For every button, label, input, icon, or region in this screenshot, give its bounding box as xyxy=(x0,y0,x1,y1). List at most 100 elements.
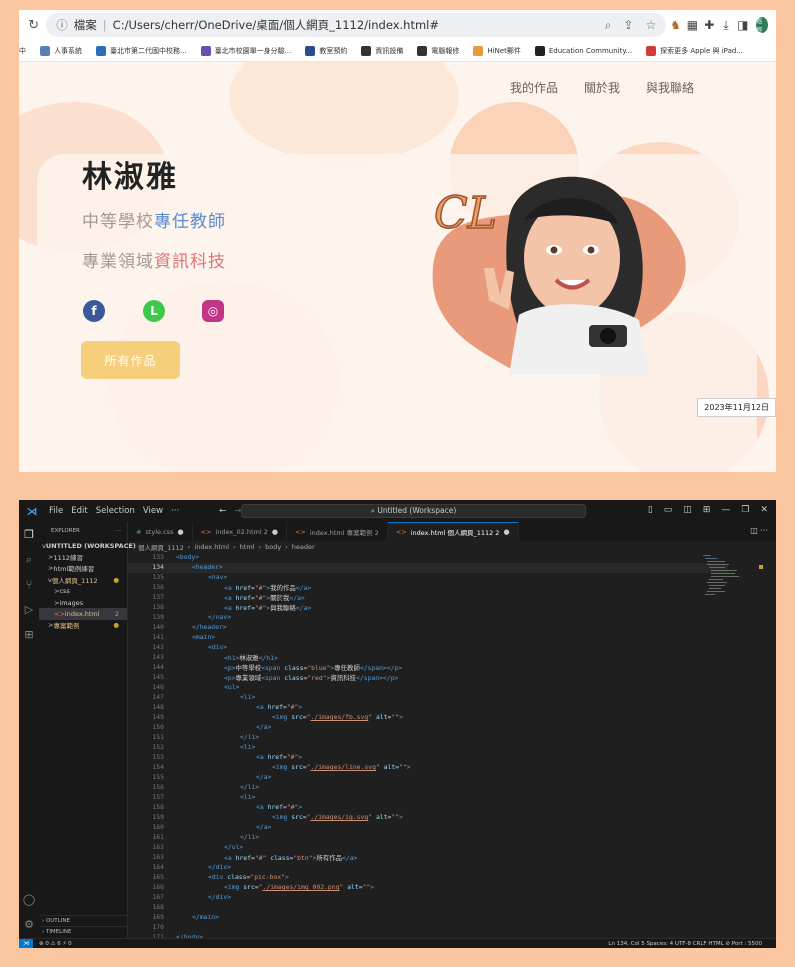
nav-my-works[interactable]: 我的作品 xyxy=(510,79,558,96)
line-number: 144 xyxy=(152,663,164,671)
search-icon[interactable]: ⌕ xyxy=(19,547,39,572)
bookmark-favicon-icon xyxy=(473,45,484,56)
layout-panel-icon[interactable]: ▭ xyxy=(664,505,673,515)
back-arrow-icon[interactable]: ← xyxy=(219,506,226,516)
breadcrumb-item[interactable]: 個人網頁_1112 xyxy=(138,542,184,552)
instagram-icon[interactable]: ◎ xyxy=(202,300,224,322)
minimize-icon[interactable]: — xyxy=(721,505,730,515)
bookmark-item[interactable]: Education Community... xyxy=(534,45,632,56)
share-icon[interactable]: ⇪ xyxy=(623,18,633,32)
tree-item[interactable]: v UNTITLED (WORKSPACE) xyxy=(39,540,136,551)
sidepanel-icon[interactable]: ◨ xyxy=(735,18,750,32)
breadcrumb-item[interactable]: index.html xyxy=(194,543,229,551)
bookmark-favicon-icon xyxy=(305,45,316,56)
puzzle-icon[interactable]: ✚ xyxy=(702,18,717,32)
unsaved-dot-icon[interactable]: ● xyxy=(177,528,183,536)
line-number: 140 xyxy=(152,623,164,631)
problems-status[interactable]: ⊗ 0 ⚠ 6 ⚡ 0 xyxy=(39,941,72,947)
menu-file[interactable]: File xyxy=(49,506,63,516)
profile-avatar[interactable]: 巡徑 xyxy=(756,17,769,34)
account-icon[interactable]: ◯ xyxy=(19,887,39,912)
outline-label: OUTLINE xyxy=(45,918,70,924)
zoom-icon[interactable]: ⌕ xyxy=(605,18,612,33)
unsaved-dot-icon[interactable]: ● xyxy=(272,528,278,536)
restore-icon[interactable]: ❐ xyxy=(741,505,749,515)
outline-section[interactable]: › OUTLINE xyxy=(39,915,128,926)
nav-contact[interactable]: 與我聯絡 xyxy=(646,79,694,96)
line-number: 159 xyxy=(152,813,164,821)
command-center[interactable]: ⌕ Untitled (Workspace) xyxy=(241,504,586,518)
reload-icon[interactable]: ↻ xyxy=(27,18,40,33)
nav-about[interactable]: 關於我 xyxy=(584,79,620,96)
bookmark-item[interactable]: 中 xyxy=(19,46,26,56)
breadcrumb-item[interactable]: html xyxy=(240,543,255,551)
extension-icon[interactable]: ♞ xyxy=(668,18,683,32)
bookmark-item[interactable]: 資訊設備 xyxy=(361,45,403,56)
bookmark-item[interactable]: 臺北市第二代國中校務... xyxy=(96,45,187,56)
timeline-label: TIMELINE xyxy=(45,929,72,935)
timeline-section[interactable]: › TIMELINE xyxy=(39,926,128,937)
menu-view[interactable]: View xyxy=(143,506,163,516)
code-editor[interactable]: 133 <body> 134 <header> 135 <nav> 136 <a href="… xyxy=(128,553,728,941)
menu-edit[interactable]: Edit xyxy=(71,506,87,516)
close-icon[interactable]: ✕ xyxy=(760,505,768,515)
layout-custom-icon[interactable]: ⊞ xyxy=(703,505,711,515)
tree-item[interactable]: > 1112練習 xyxy=(39,551,127,562)
layout-split-icon[interactable]: ◫ xyxy=(683,505,692,515)
bookmark-item[interactable]: 教室預約 xyxy=(305,45,347,56)
editor-status[interactable]: Ln 134, Col 5 Spaces: 4 UTF-8 CRLF HTML … xyxy=(608,941,762,947)
info-icon[interactable]: ⓘ xyxy=(56,17,68,33)
line-number: 150 xyxy=(152,723,164,731)
editor-tab[interactable]: <> index.html 個人網頁_1112 2 ● xyxy=(387,522,519,541)
menu-more[interactable]: ··· xyxy=(171,506,179,516)
line-number: 160 xyxy=(152,823,164,831)
tree-item[interactable]: > html範例練習 xyxy=(39,563,127,574)
source-control-icon[interactable]: ⑂ xyxy=(19,572,39,597)
bookmark-item[interactable]: 人事系統 xyxy=(40,45,82,56)
tree-item[interactable]: > images xyxy=(39,597,127,608)
download-icon[interactable]: ⤓ xyxy=(719,18,734,33)
tree-item[interactable]: <> index.html 2 xyxy=(39,608,127,620)
editor-tab[interactable]: <> index_02.html 2 ● xyxy=(193,522,287,541)
address-bar[interactable]: ⓘ 檔案 | C:/Users/cherr/OneDrive/桌面/個人網頁_1… xyxy=(46,13,667,37)
line-number: 134 xyxy=(152,563,164,571)
bookmark-item[interactable]: 臺北市校園單一身分驗... xyxy=(200,45,291,56)
all-works-button[interactable]: 所有作品 xyxy=(81,341,180,379)
minimap[interactable] xyxy=(703,553,765,643)
run-debug-icon[interactable]: ▷ xyxy=(19,597,39,622)
bookmark-item[interactable]: 探索更多 Apple 與 iPad... xyxy=(646,45,743,56)
extensions-icon[interactable]: ⊞ xyxy=(19,622,39,647)
line-number: 151 xyxy=(152,733,164,741)
facebook-icon[interactable]: f xyxy=(83,300,105,322)
breadcrumb-item[interactable]: body xyxy=(265,543,281,551)
qr-icon[interactable]: ▦ xyxy=(685,18,700,32)
breadcrumb-item[interactable]: header xyxy=(292,543,315,551)
code-line: </a> xyxy=(256,823,272,831)
star-icon[interactable]: ☆ xyxy=(646,18,657,32)
tree-item[interactable]: > 專案範例 ● xyxy=(39,620,127,631)
split-editor-icon[interactable]: ◫ ··· xyxy=(750,526,768,535)
url-text[interactable]: C:/Users/cherr/OneDrive/桌面/個人網頁_1112/ind… xyxy=(113,17,593,33)
tree-item[interactable]: > css xyxy=(39,586,127,597)
bookmark-item[interactable]: HiNet郵件 xyxy=(473,45,521,56)
menu-selection[interactable]: Selection xyxy=(96,506,135,516)
editor-tab[interactable]: # style.css ● xyxy=(128,522,193,541)
tree-item[interactable]: v 個人網頁_1112 ● xyxy=(39,574,127,585)
explorer-more-icon[interactable]: ··· xyxy=(116,528,121,534)
bookmark-item[interactable]: 電腦報修 xyxy=(417,45,460,56)
layout-sidebar-icon[interactable]: ▯ xyxy=(648,505,653,515)
code-line: <a href="#" class="btn">所有作品</a> xyxy=(224,854,358,862)
code-line: <a href="#"> xyxy=(256,803,303,811)
remote-indicator-icon[interactable]: ⋊ xyxy=(19,938,33,948)
taskbar-date: 2023年11月12日 xyxy=(697,398,776,417)
code-line: <img src="./images/ig.svg" alt=""> xyxy=(272,813,403,821)
unsaved-dot-icon[interactable]: ● xyxy=(503,528,509,536)
code-line: <a href="#"> xyxy=(256,703,303,711)
settings-gear-icon[interactable]: ⚙ xyxy=(19,912,39,937)
code-line: <a href="#">與我聯絡</a> xyxy=(224,604,312,612)
bookmark-label: 電腦報修 xyxy=(431,46,460,55)
explorer-icon[interactable]: ❐ xyxy=(19,522,39,547)
line-icon[interactable]: L xyxy=(143,300,165,322)
editor-tab[interactable]: <> index.html 專案範例 2 xyxy=(287,522,388,541)
explorer-title: EXPLORER xyxy=(51,528,80,534)
